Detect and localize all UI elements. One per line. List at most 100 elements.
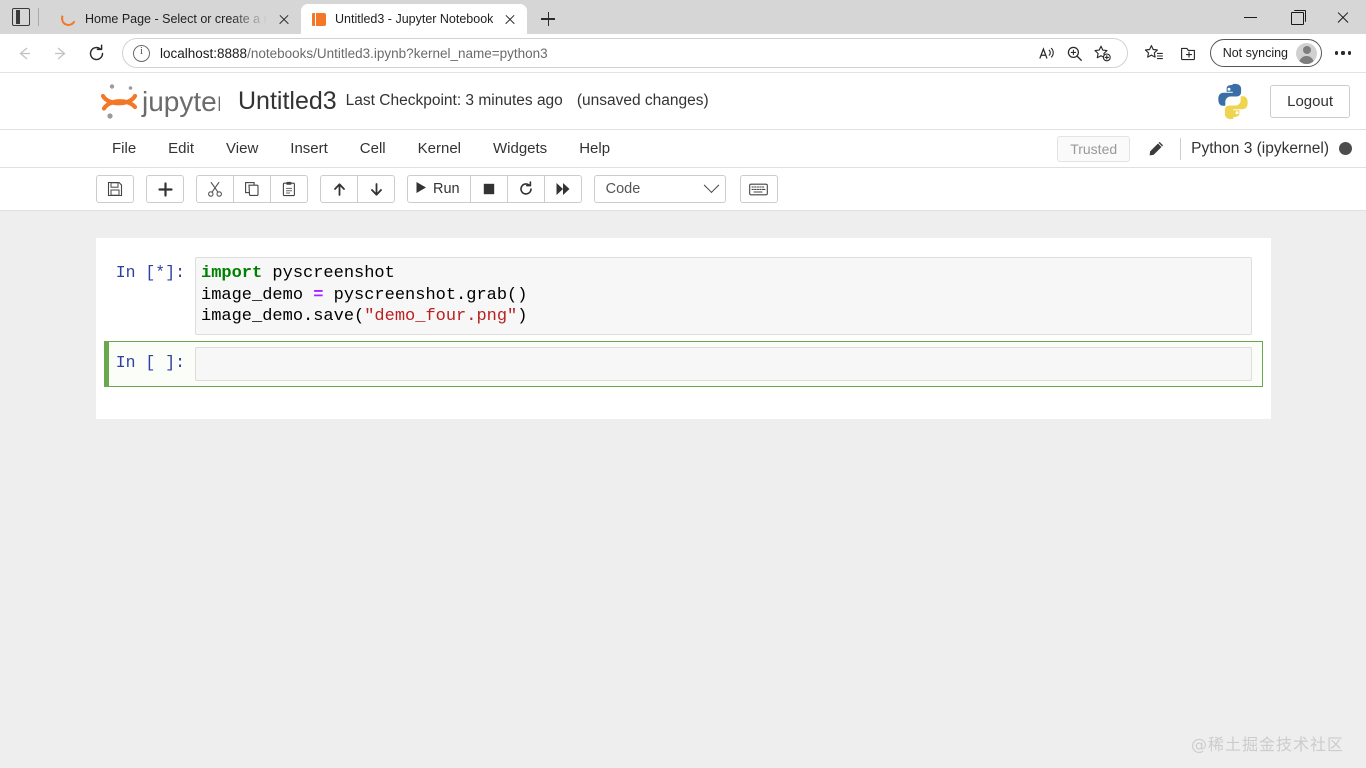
toolbar-group-insert (146, 175, 184, 203)
jupyter-header: jupyter Untitled3 Last Checkpoint: 3 min… (0, 73, 1366, 129)
cell-type-select[interactable]: Code (593, 175, 726, 203)
minimize-icon[interactable] (1228, 0, 1274, 34)
cell-selection-marker (104, 340, 109, 387)
code-token: pyscreenshot (262, 264, 395, 283)
menubar-divider (1180, 137, 1182, 160)
browser-tab-home-page[interactable]: Home Page - Select or create a n (51, 4, 301, 34)
browser-navigation-bar: localhost:8888/notebooks/Untitled3.ipynb… (0, 34, 1366, 72)
code-token: ) (517, 307, 528, 326)
toolbar-group-move (320, 175, 395, 203)
kernel-indicator-label: Python 3 (ipykernel) (1191, 139, 1329, 157)
close-icon[interactable] (273, 8, 295, 30)
code-token: pyscreenshot.grab() (323, 285, 528, 305)
jupyter-menu-bar: File Edit View Insert Cell Kernel Widget… (0, 129, 1366, 168)
toolbar-group-save (96, 175, 134, 203)
chevron-down-icon (703, 176, 719, 193)
menu-edit[interactable]: Edit (152, 132, 210, 165)
cell-editor[interactable] (195, 346, 1252, 381)
jupyter-logo-icon[interactable]: jupyter (96, 79, 220, 123)
menu-view[interactable]: View (210, 132, 274, 165)
menu-widgets[interactable]: Widgets (477, 132, 563, 165)
tab-strip-divider (38, 8, 39, 26)
menu-insert[interactable]: Insert (274, 132, 344, 165)
forward-arrow-icon[interactable] (44, 37, 76, 69)
last-checkpoint-label: Last Checkpoint: 3 minutes ago (345, 92, 563, 109)
code-line: image_demo.save("demo_four.png") (201, 306, 1247, 328)
browser-window: Home Page - Select or create a n Untitle… (0, 0, 1366, 73)
paste-cell-button[interactable] (270, 175, 308, 203)
menu-file[interactable]: File (96, 132, 152, 165)
browser-tab-title: Home Page - Select or create a n (85, 12, 267, 26)
run-button[interactable]: Run (407, 175, 471, 203)
close-icon[interactable] (1320, 0, 1366, 34)
copy-cell-button[interactable] (233, 175, 271, 203)
close-icon[interactable] (499, 8, 521, 30)
menu-cell[interactable]: Cell (344, 132, 402, 165)
browser-tab-strip: Home Page - Select or create a n Untitle… (0, 0, 1366, 34)
back-arrow-icon[interactable] (8, 37, 40, 69)
new-tab-button[interactable] (533, 5, 563, 33)
menu-help[interactable]: Help (563, 132, 626, 165)
code-cell[interactable]: In [*]: import pyscreenshot image_demo =… (104, 251, 1263, 341)
browser-toolbar-right: Not syncing (1138, 38, 1358, 68)
run-button-label: Run (433, 181, 460, 197)
move-cell-down-button[interactable] (357, 175, 395, 203)
play-icon (415, 181, 427, 198)
restart-and-run-all-button[interactable] (543, 175, 582, 203)
collections-icon[interactable] (1172, 38, 1204, 68)
trusted-badge: Trusted (1057, 135, 1131, 162)
svg-text:jupyter: jupyter (141, 86, 220, 117)
insert-cell-below-button[interactable] (146, 175, 184, 203)
jupyter-notebook-page: jupyter Untitled3 Last Checkpoint: 3 min… (0, 73, 1366, 768)
jupyter-toolbar: Run Code (0, 168, 1366, 211)
save-button[interactable] (96, 175, 134, 203)
pencil-icon[interactable] (1140, 136, 1172, 162)
zoom-icon[interactable] (1061, 40, 1089, 66)
python-logo-icon (1214, 82, 1252, 120)
save-status-label: (unsaved changes) (576, 92, 709, 109)
logout-button[interactable]: Logout (1270, 84, 1350, 118)
address-bar[interactable]: localhost:8888/notebooks/Untitled3.ipynb… (122, 38, 1128, 68)
favorites-icon[interactable] (1138, 38, 1170, 68)
address-bar-actions (1033, 40, 1117, 66)
reload-icon[interactable] (80, 37, 112, 69)
notebook-scroll-area: In [*]: import pyscreenshot image_demo =… (0, 211, 1366, 768)
cell-prompt: In [ ]: (115, 352, 185, 372)
code-token: image_demo (201, 285, 314, 305)
sync-status-label: Not syncing (1222, 46, 1288, 60)
code-token-string: "demo_four.png" (364, 307, 518, 326)
jupyter-ring-icon (58, 8, 79, 29)
settings-more-icon[interactable] (1328, 38, 1358, 68)
cell-prompt: In [*]: (115, 263, 185, 282)
code-line: import pyscreenshot (201, 263, 1247, 285)
cell-type-value: Code (605, 181, 641, 197)
restart-kernel-button[interactable] (506, 175, 545, 203)
jupyter-book-icon (311, 11, 327, 27)
toolbar-group-edit (196, 175, 308, 203)
code-token-keyword: import (201, 264, 263, 283)
watermark: @稀土掘金技术社区 (1190, 735, 1344, 754)
code-token: image_demo.save( (201, 307, 365, 326)
address-bar-url: localhost:8888/notebooks/Untitled3.ipynb… (160, 45, 548, 61)
keyboard-shortcuts-button[interactable] (739, 175, 778, 203)
site-info-icon[interactable] (133, 44, 150, 62)
interrupt-kernel-button[interactable] (469, 175, 508, 203)
browser-tab-untitled3[interactable]: Untitled3 - Jupyter Notebook (301, 4, 528, 34)
tab-actions-icon[interactable] (12, 8, 30, 26)
maximize-icon[interactable] (1274, 0, 1320, 34)
cut-cell-button[interactable] (196, 175, 234, 203)
menu-kernel[interactable]: Kernel (402, 132, 477, 165)
avatar (1296, 42, 1317, 64)
window-controls (1228, 0, 1366, 34)
read-aloud-icon[interactable] (1033, 40, 1061, 66)
cell-editor[interactable]: import pyscreenshot image_demo = pyscree… (195, 257, 1252, 335)
move-cell-up-button[interactable] (320, 175, 358, 203)
code-cell[interactable]: In [ ]: (104, 340, 1263, 387)
toolbar-group-run: Run (407, 175, 582, 203)
notebook-name[interactable]: Untitled3 (238, 87, 337, 116)
sync-status-button[interactable]: Not syncing (1209, 39, 1322, 67)
add-favorite-icon[interactable] (1089, 40, 1117, 66)
cell-selection-marker (104, 251, 109, 341)
notebook-container: In [*]: import pyscreenshot image_demo =… (96, 238, 1271, 419)
tab-strip-left-controls (4, 0, 51, 34)
